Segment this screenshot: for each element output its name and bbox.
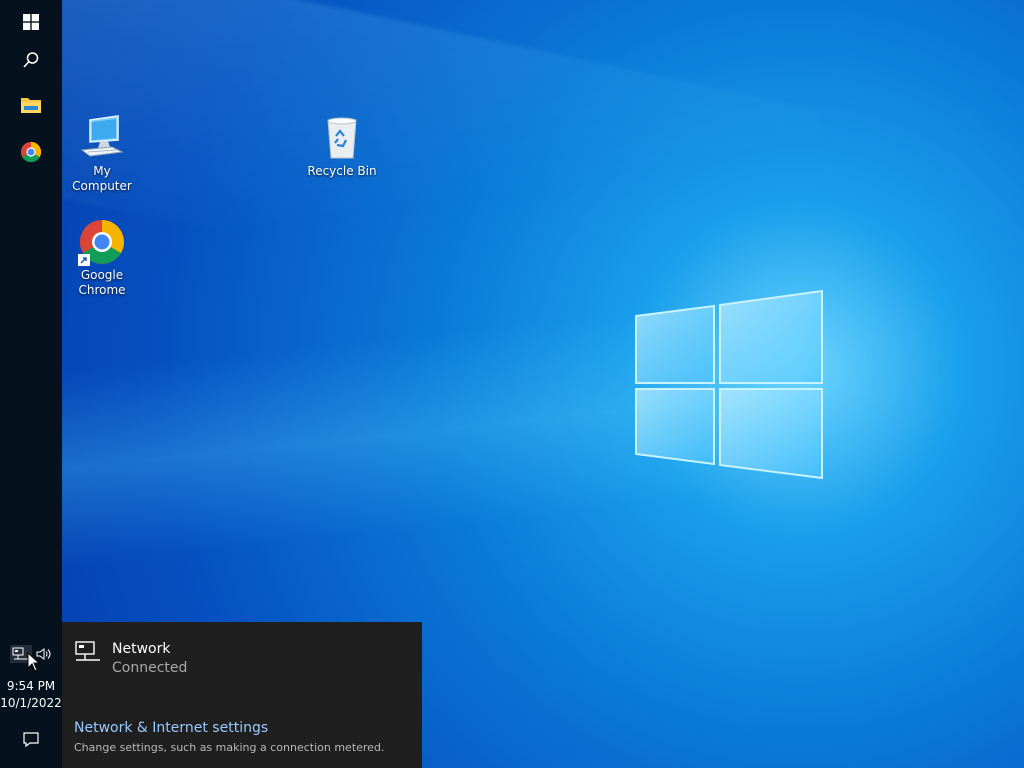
desktop-icon-recycle-bin[interactable]: Recycle Bin [302,114,382,179]
taskbar-chrome[interactable] [0,130,62,174]
search-button[interactable] [0,38,62,82]
action-center-button[interactable] [0,718,62,760]
chrome-shortcut-icon [78,218,126,266]
network-settings-description: Change settings, such as making a connec… [74,741,385,754]
network-internet-settings-link[interactable]: Network & Internet settings [74,720,268,736]
shortcut-arrow-icon [78,254,90,266]
mouse-cursor-icon [27,652,41,672]
clock-date[interactable]: 10/1/2022 [0,696,62,710]
notification-icon [23,732,39,748]
computer-icon [78,114,126,162]
clock-time[interactable]: 9:54 PM [0,679,62,693]
desktop-icon-label: My Computer [72,164,132,193]
desktop-screen: My Computer Recycle Bin Google Chrome 9:… [0,0,1024,768]
wallpaper-windows-logo [635,289,823,480]
recycle-bin-icon [318,114,366,162]
desktop-icon-label: Recycle Bin [307,164,377,178]
file-explorer-icon [21,98,41,113]
network-status: Connected [112,660,188,676]
network-icon [75,641,100,661]
network-name[interactable]: Network [112,641,170,657]
taskbar-file-explorer[interactable] [0,83,62,127]
desktop-icon-google-chrome[interactable]: Google Chrome [62,218,142,298]
desktop-icon-my-computer[interactable]: My Computer [62,114,142,194]
desktop-icon-label: Google Chrome [78,268,126,297]
chrome-icon [20,141,42,163]
network-flyout: Network Connected Network & Internet set… [62,622,422,768]
windows-logo-icon [23,14,39,30]
search-icon [23,52,39,68]
